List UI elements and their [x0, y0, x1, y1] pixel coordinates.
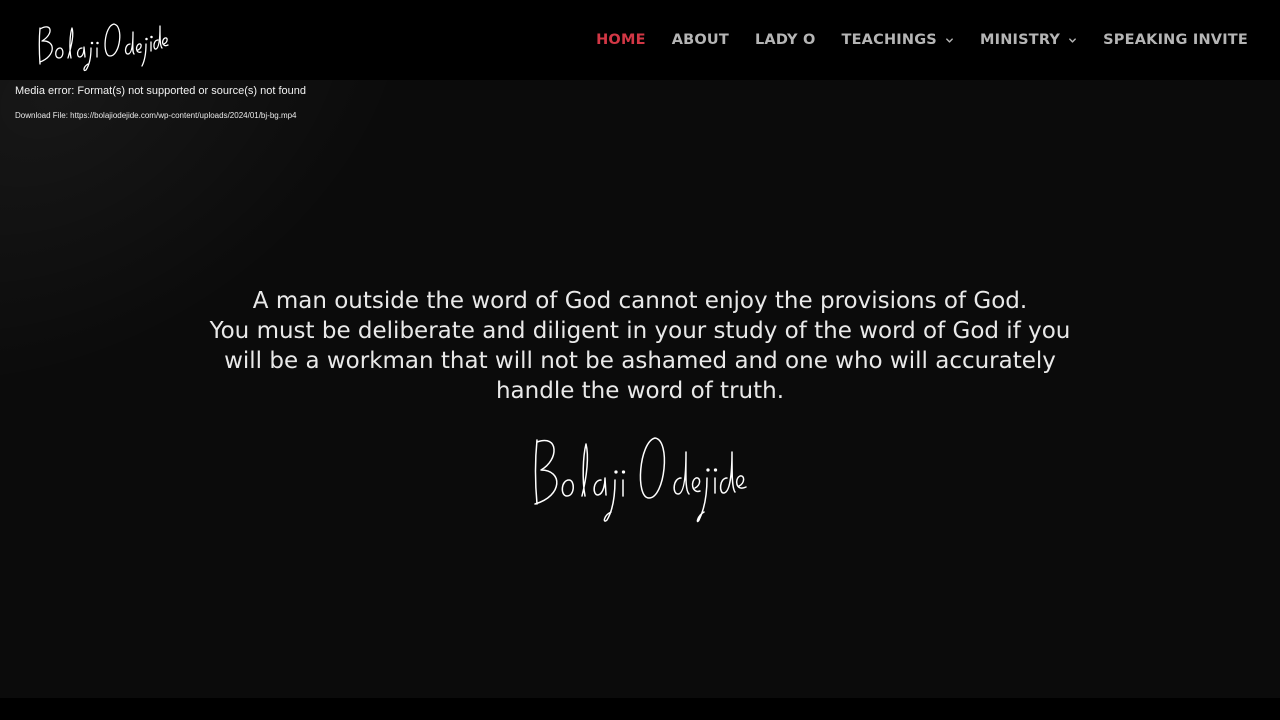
quote-line-2: You must be deliberate and diligent in y…: [209, 318, 1071, 404]
hero-section: Media error: Format(s) not supported or …: [0, 80, 1280, 698]
nav-teachings[interactable]: TEACHINGS: [841, 32, 953, 48]
download-file-label: Download File:: [15, 111, 71, 120]
download-file-line: Download File: https://bolajiodejide.com…: [15, 111, 297, 120]
nav-lady-o-label: LADY O: [754, 32, 816, 48]
background-glow: [0, 80, 564, 481]
nav-home[interactable]: HOME: [596, 32, 646, 48]
site-header: HOME ABOUT LADY O TEACHINGS MINISTRY SPE…: [0, 0, 1280, 80]
signature-graphic: [534, 437, 747, 523]
signature-image: [515, 430, 765, 530]
nav-ministry-label: MINISTRY: [979, 32, 1061, 48]
footer-strip: [0, 698, 1280, 720]
nav-speaking-invite[interactable]: SPEAKING INVITE: [1103, 32, 1248, 48]
nav-about-label: ABOUT: [671, 32, 729, 48]
nav-about[interactable]: ABOUT: [672, 32, 729, 48]
logo-signature: [38, 23, 169, 72]
nav-speaking-invite-label: SPEAKING INVITE: [1103, 32, 1248, 48]
nav-ministry[interactable]: MINISTRY: [980, 32, 1077, 48]
quote-line-1: A man outside the word of God cannot enj…: [252, 288, 1028, 314]
nav-teachings-label: TEACHINGS: [841, 32, 937, 48]
nav-lady-o[interactable]: LADY O: [755, 32, 816, 48]
chevron-down-icon: [1069, 37, 1077, 43]
chevron-down-icon: [946, 37, 953, 43]
download-file-link[interactable]: https://bolajiodejide.com/wp-content/upl…: [70, 111, 296, 120]
nav-home-label: HOME: [596, 32, 646, 48]
media-error-message: Media error: Format(s) not supported or …: [15, 85, 307, 97]
main-nav: HOME ABOUT LADY O TEACHINGS MINISTRY SPE…: [570, 0, 1248, 80]
hero-quote: A man outside the word of God cannot enj…: [190, 286, 1090, 406]
site-logo[interactable]: [30, 4, 170, 74]
